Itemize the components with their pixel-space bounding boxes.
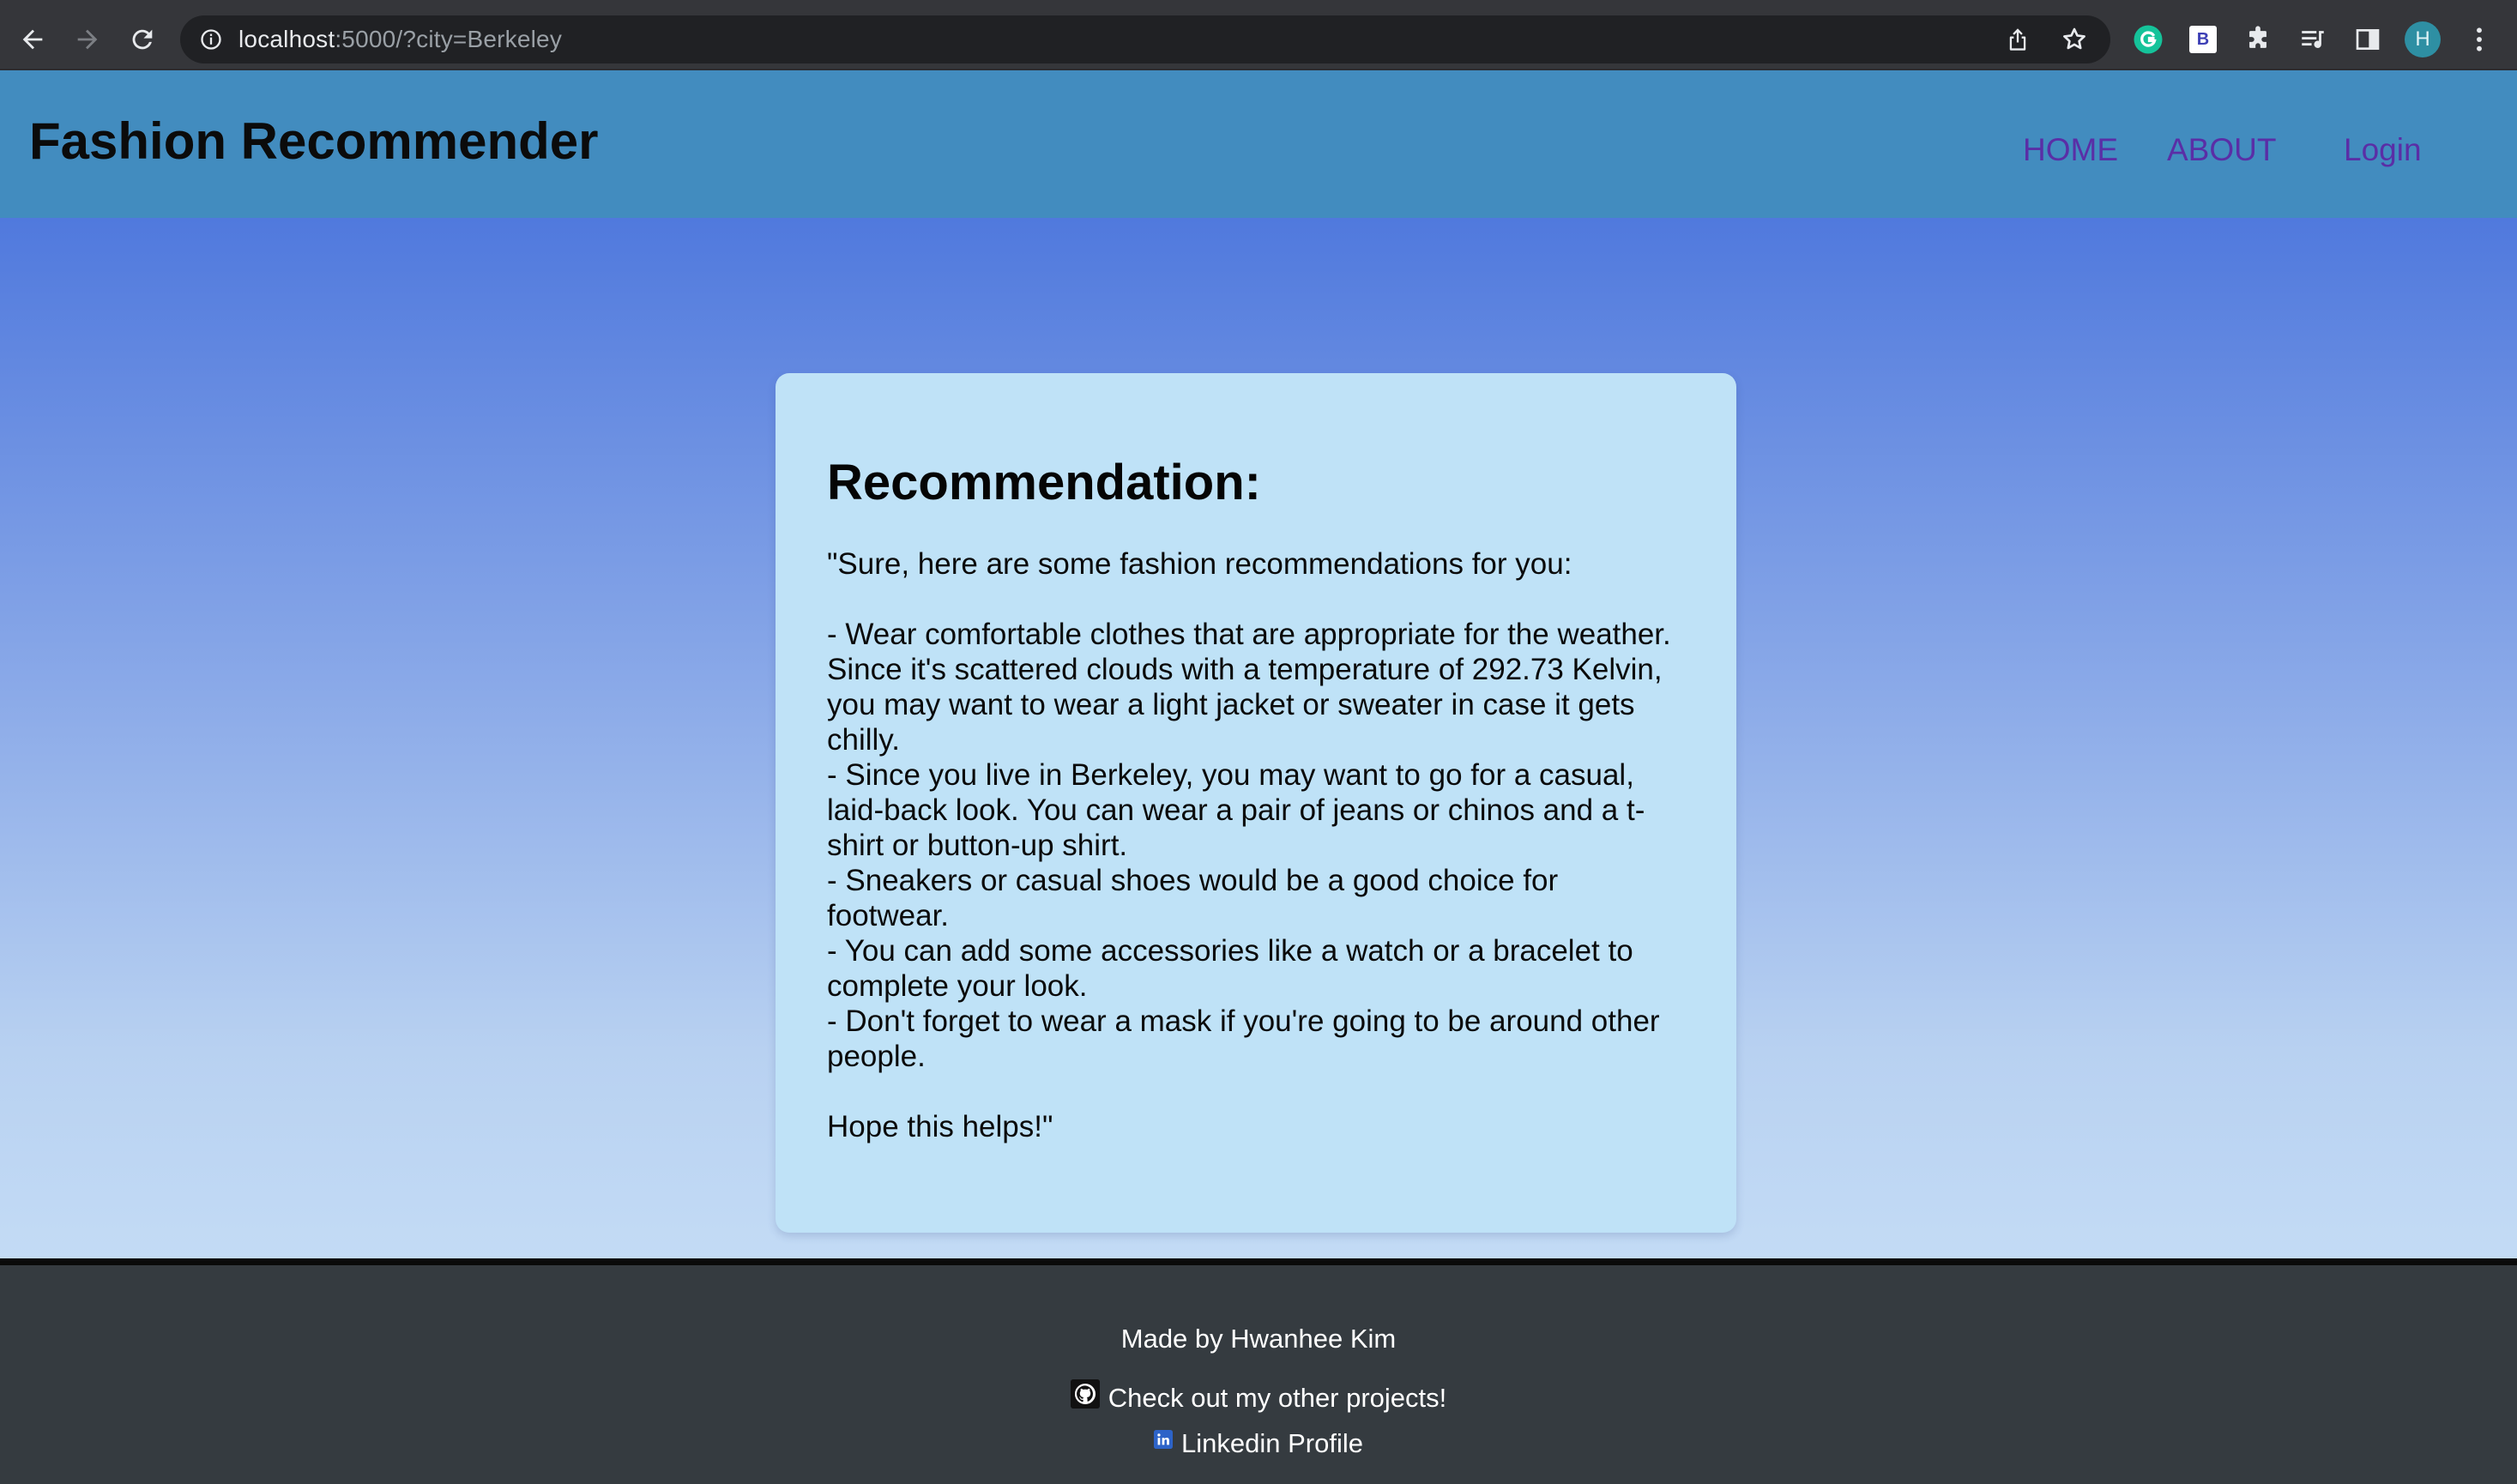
more-menu-icon[interactable]: [2455, 15, 2503, 63]
footer-divider: [0, 1258, 2517, 1265]
grammarly-extension-icon[interactable]: [2124, 15, 2172, 63]
site-title: Fashion Recommender: [29, 112, 599, 170]
nav-login-link[interactable]: Login: [2344, 132, 2422, 168]
url-path: :5000/?city=Berkeley: [335, 26, 563, 52]
made-by-text: Made by Hwanhee Kim: [1120, 1324, 1397, 1354]
reload-icon[interactable]: [118, 15, 166, 63]
linkedin-link[interactable]: Linkedin Profile: [1181, 1428, 1363, 1459]
bookmark-star-icon[interactable]: [2059, 24, 2090, 55]
recommendation-text: "Sure, here are some fashion recommendat…: [827, 546, 1671, 1143]
site-header: Fashion Recommender HOME ABOUT Login: [0, 70, 2517, 218]
profile-avatar[interactable]: H: [2399, 15, 2447, 63]
address-bar[interactable]: localhost:5000/?city=Berkeley: [180, 15, 2110, 63]
linkedin-icon: [1154, 1430, 1174, 1449]
back-icon[interactable]: [9, 15, 57, 63]
url-text: localhost:5000/?city=Berkeley: [238, 26, 562, 53]
forward-icon[interactable]: [63, 15, 112, 63]
extensions-puzzle-icon[interactable]: [2234, 15, 2282, 63]
nav-about-link[interactable]: ABOUT: [2167, 132, 2276, 168]
url-host: localhost: [238, 26, 335, 52]
recommendation-heading: Recommendation:: [827, 455, 1261, 510]
site-info-icon[interactable]: [196, 24, 226, 55]
b-extension-label: B: [2189, 26, 2217, 53]
projects-link[interactable]: Check out my other projects!: [1108, 1383, 1447, 1414]
media-queue-icon[interactable]: [2289, 15, 2337, 63]
github-icon: [1070, 1379, 1100, 1409]
b-extension-icon[interactable]: B: [2179, 15, 2227, 63]
profile-initial: H: [2405, 21, 2441, 57]
projects-row: Check out my other projects!: [0, 1379, 2517, 1414]
browser-toolbar: localhost:5000/?city=Berkeley B H: [0, 0, 2517, 70]
nav-home-link[interactable]: HOME: [2023, 132, 2118, 168]
main-section: Recommendation: "Sure, here are some fas…: [0, 218, 2517, 1258]
recommendation-card: Recommendation: "Sure, here are some fas…: [776, 373, 1736, 1233]
site-footer: Made by Hwanhee Kim Check out my other p…: [0, 1265, 2517, 1484]
side-panel-icon[interactable]: [2344, 15, 2392, 63]
share-icon[interactable]: [2002, 24, 2033, 55]
web-page: Fashion Recommender HOME ABOUT Login Rec…: [0, 70, 2517, 1484]
linkedin-row: Linkedin Profile: [0, 1428, 2517, 1459]
